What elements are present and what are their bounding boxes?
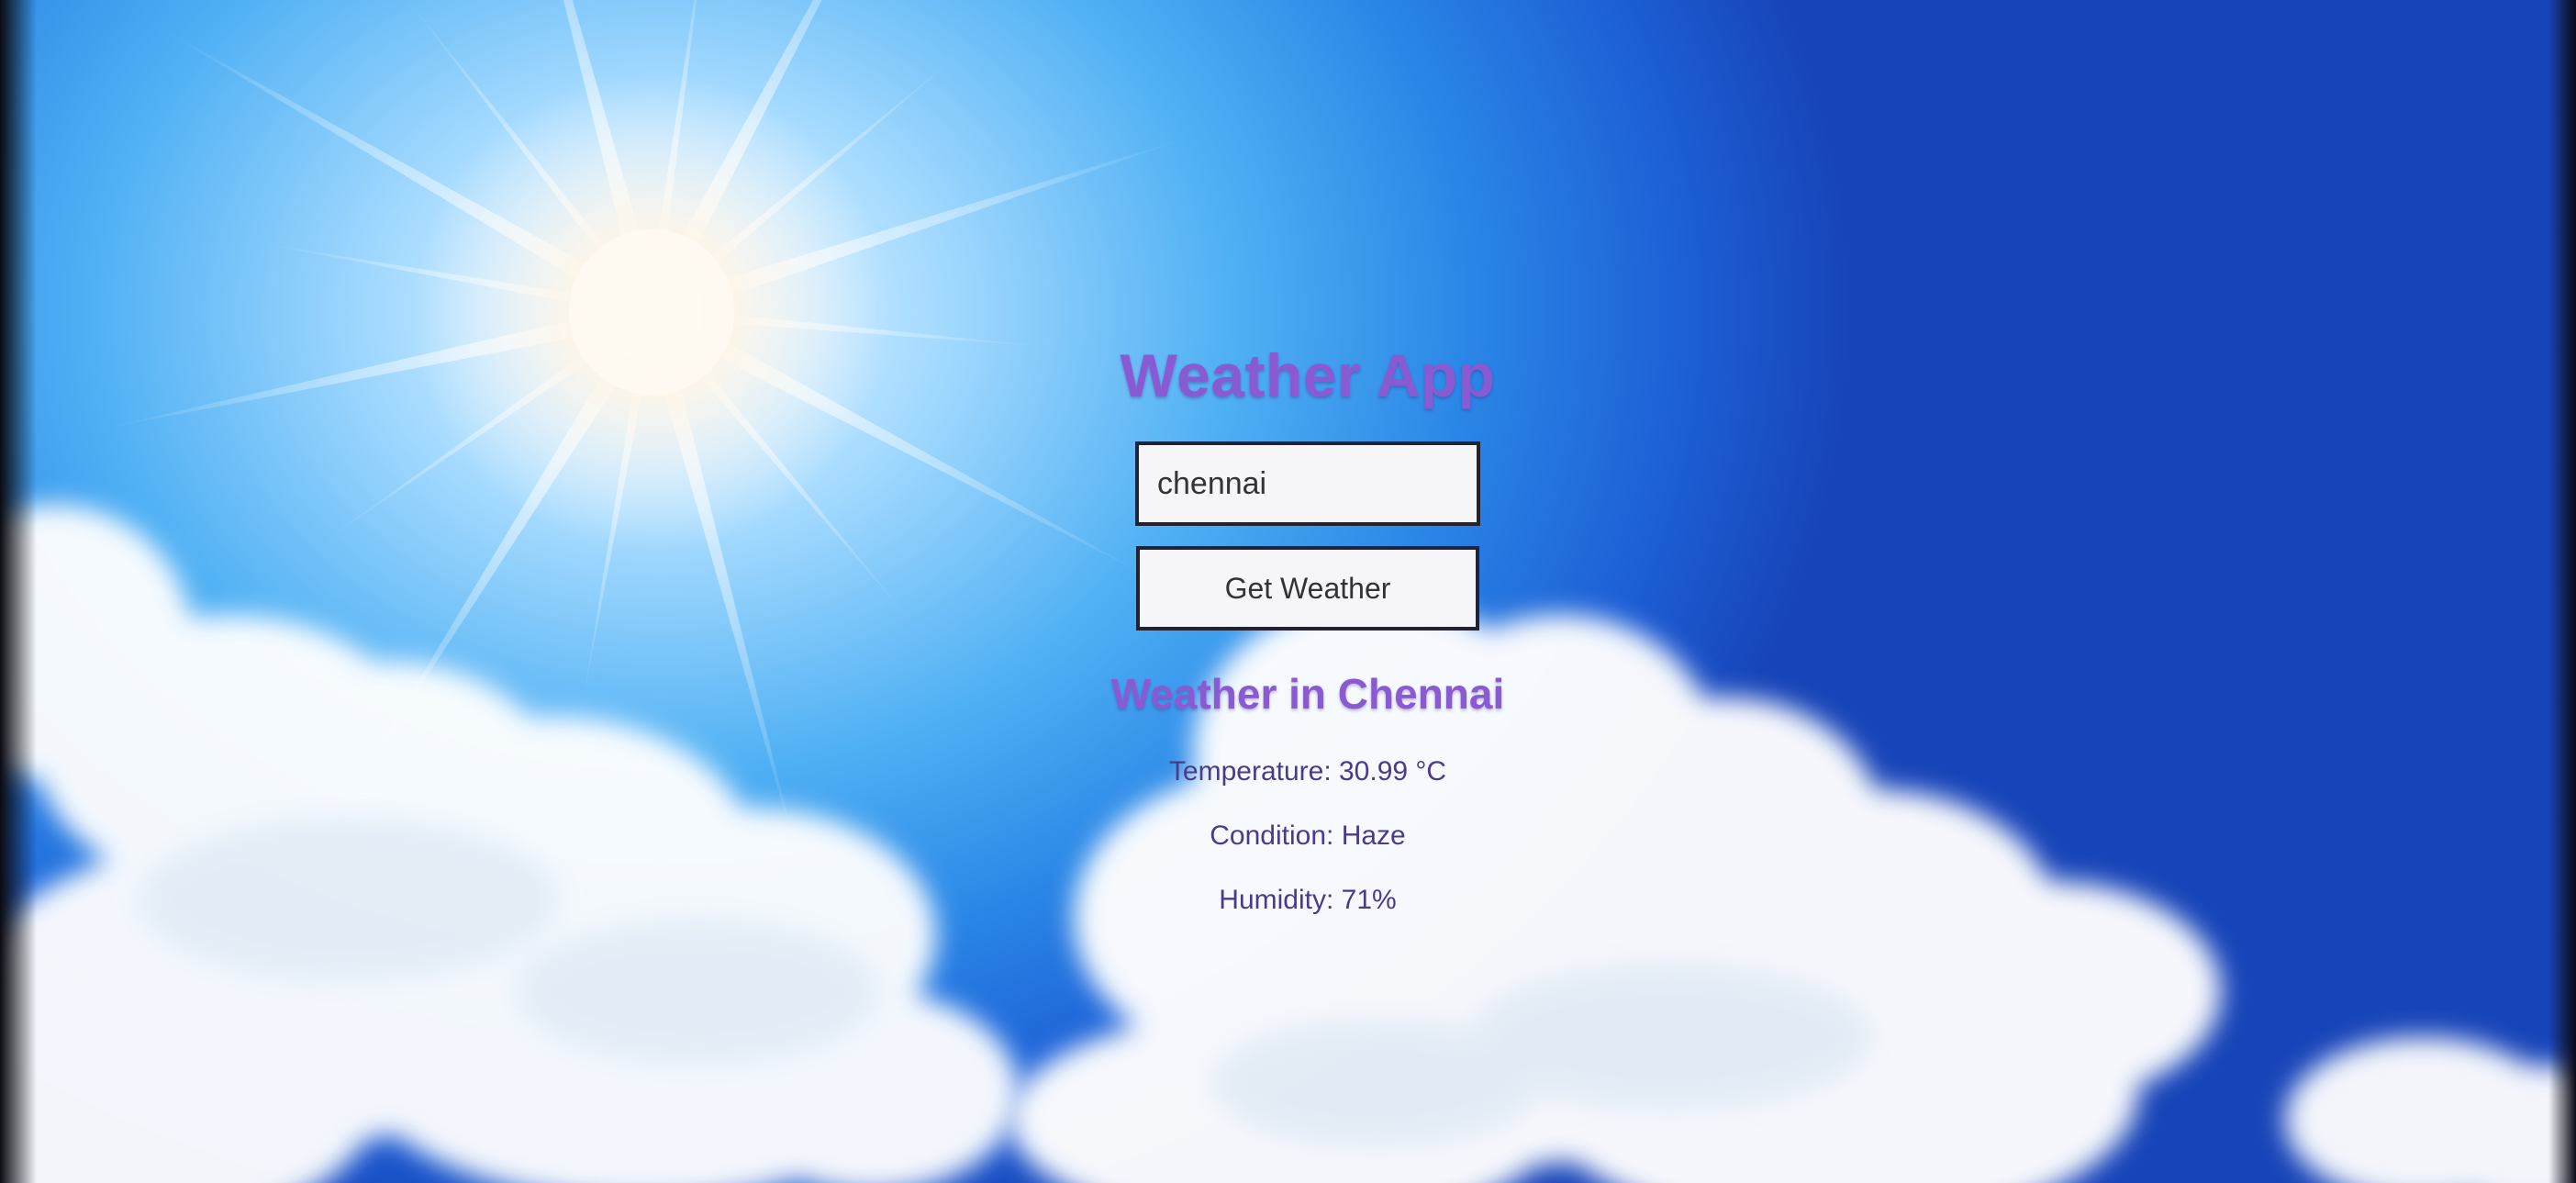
sun-ray bbox=[253, 241, 653, 318]
app-screen: Weather App Get Weather Weather in Chenn… bbox=[0, 0, 2576, 1183]
sun-ray bbox=[320, 307, 655, 544]
monitor-bezel-left bbox=[0, 0, 37, 1183]
weather-app-panel: Weather App Get Weather Weather in Chenn… bbox=[954, 330, 1661, 932]
sun-ray bbox=[648, 52, 962, 317]
sun-ray bbox=[504, 0, 662, 315]
weather-result-heading: Weather in Chennai bbox=[1110, 670, 1505, 719]
sun-ray bbox=[95, 302, 654, 430]
sun-ray bbox=[581, 310, 657, 710]
sun-ray bbox=[648, 136, 1193, 322]
condition-value: Haze bbox=[1341, 820, 1406, 852]
temperature-label: Temperature: bbox=[1168, 756, 1332, 787]
sun-ray bbox=[159, 28, 657, 321]
condition-row: Condition: Haze bbox=[954, 804, 1661, 868]
sun-ray bbox=[641, 309, 799, 862]
app-title: Weather App bbox=[1120, 341, 1496, 409]
sun-ray bbox=[350, 307, 661, 795]
humidity-row: Humidity: 71% bbox=[954, 868, 1661, 932]
condition-label: Condition: bbox=[1210, 820, 1334, 852]
temperature-row: Temperature: 30.99 °C bbox=[954, 740, 1661, 804]
monitor-bezel-right bbox=[2548, 0, 2576, 1183]
city-search-input[interactable] bbox=[1135, 441, 1480, 527]
weather-details: Temperature: 30.99 °C Condition: Haze Hu… bbox=[954, 740, 1661, 932]
sun-ray bbox=[647, 308, 911, 622]
humidity-label: Humidity: bbox=[1219, 885, 1334, 916]
temperature-value: 30.99 °C bbox=[1339, 756, 1447, 787]
get-weather-button[interactable]: Get Weather bbox=[1136, 546, 1479, 631]
sun-ray bbox=[403, 0, 656, 316]
sun-ray bbox=[646, 0, 708, 313]
sun-ray bbox=[642, 0, 920, 318]
humidity-value: 71% bbox=[1341, 885, 1397, 916]
